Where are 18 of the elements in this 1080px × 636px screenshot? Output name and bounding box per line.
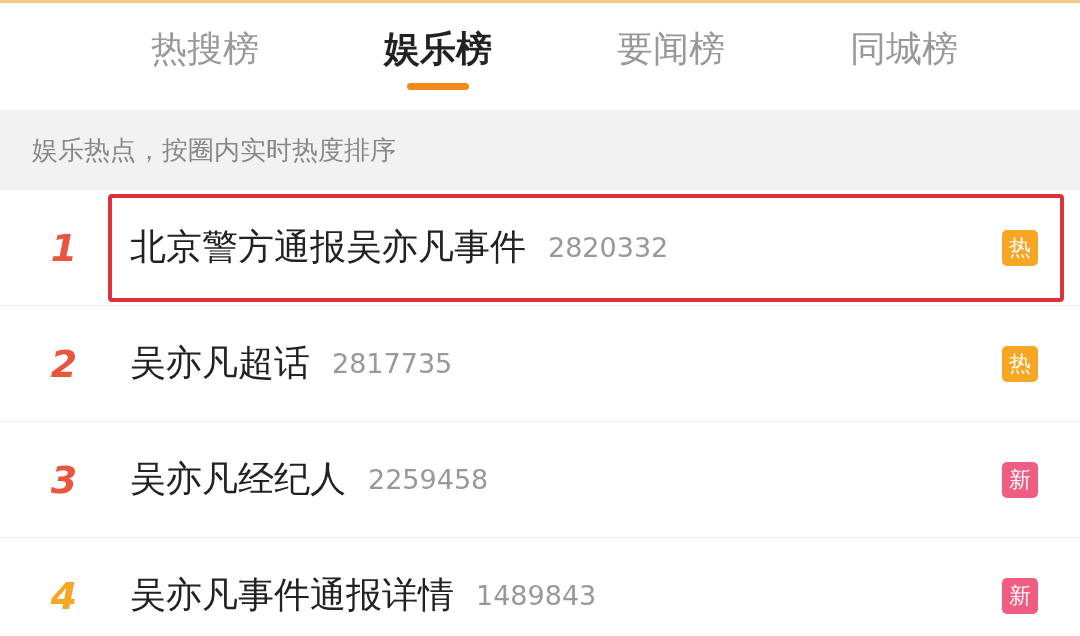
topic-title[interactable]: 吴亦凡经纪人	[130, 455, 346, 504]
topic-title[interactable]: 吴亦凡超话	[130, 339, 310, 388]
rank-number: 4	[49, 573, 79, 618]
list-description: 娱乐热点，按圈内实时热度排序	[32, 133, 396, 167]
heat-count: 2817735	[332, 348, 453, 379]
heat-count: 2259458	[368, 464, 489, 495]
topic-title[interactable]: 吴亦凡事件通报详情	[130, 571, 454, 620]
rank-number: 3	[49, 457, 79, 502]
topic-title[interactable]: 北京警方通报吴亦凡事件	[130, 223, 526, 272]
topic-badge: 新	[1002, 577, 1038, 614]
heat-count: 2820332	[548, 232, 669, 263]
topic-badge: 热	[1002, 345, 1038, 382]
heat-count: 1489843	[476, 580, 597, 611]
topic-badge: 新	[1002, 461, 1038, 498]
rank-number: 1	[49, 225, 79, 270]
rank-number: 2	[49, 341, 79, 386]
tab[interactable]: 娱乐榜	[321, 3, 554, 110]
topic-badge: 热	[1002, 229, 1038, 266]
